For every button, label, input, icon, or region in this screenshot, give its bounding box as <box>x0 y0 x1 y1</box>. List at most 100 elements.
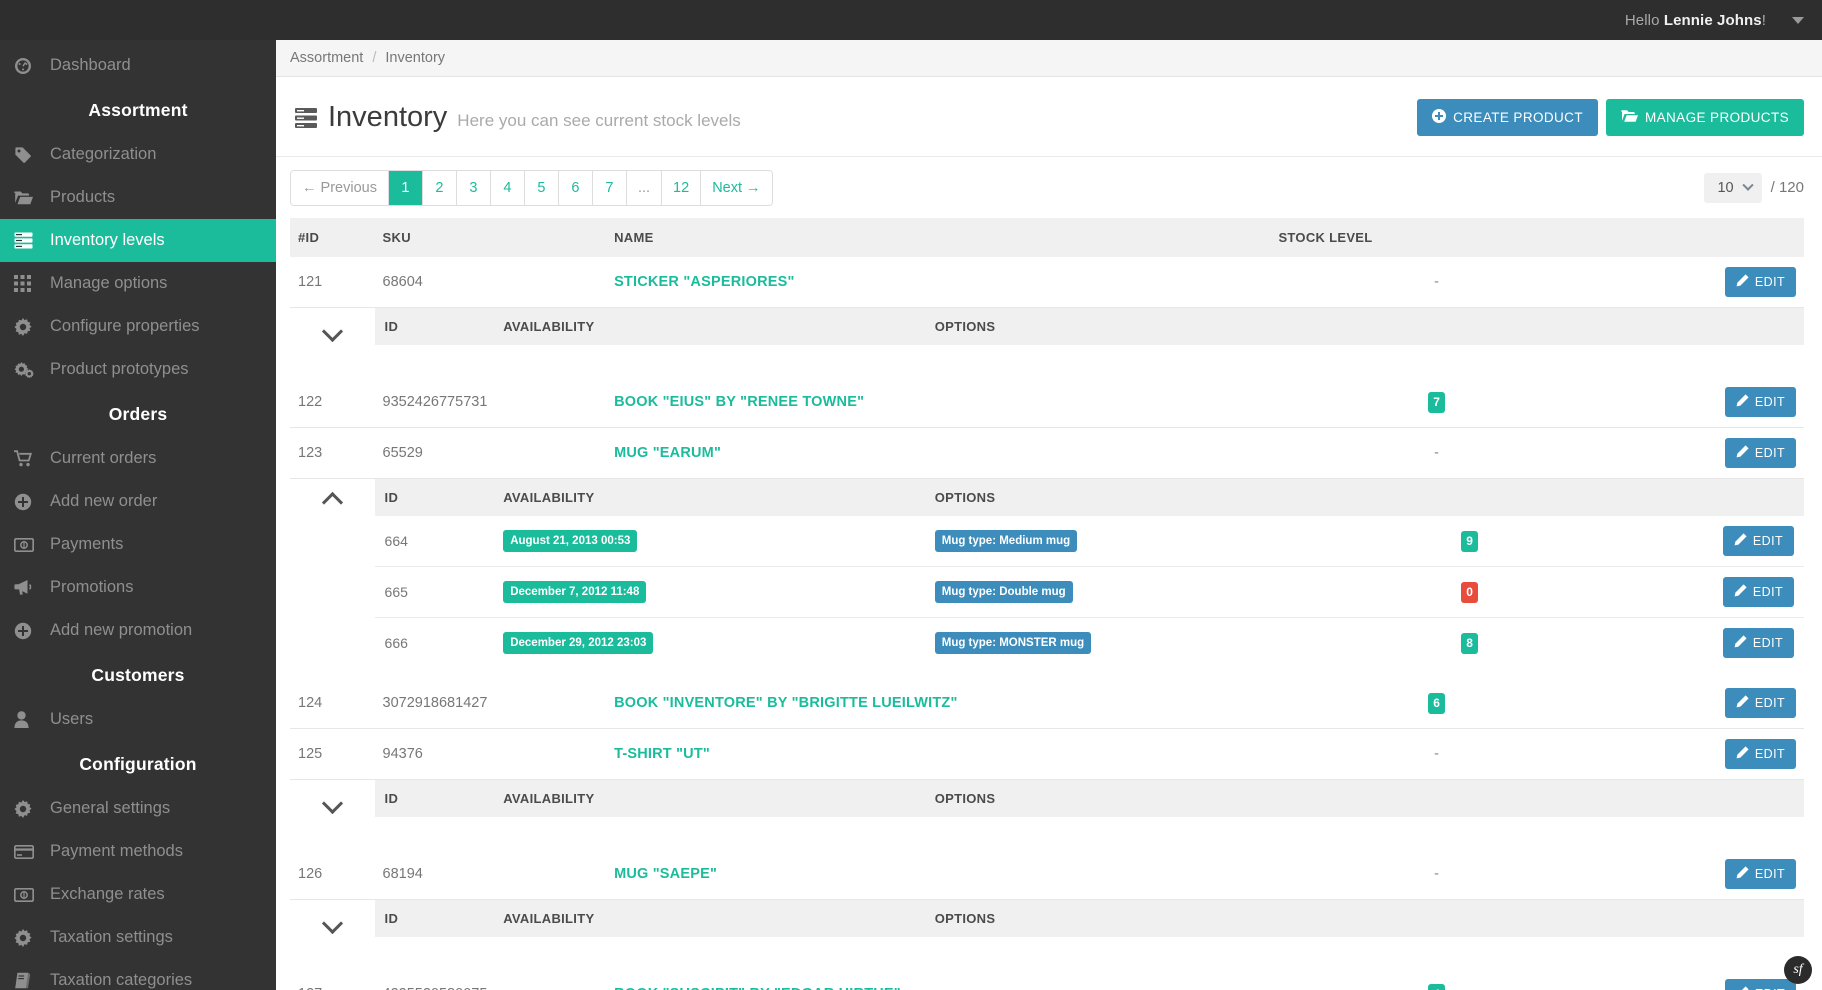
sidebar-item-exchange-rates[interactable]: Exchange rates <box>0 873 276 916</box>
product-name-link[interactable]: T-SHIRT "UT" <box>614 746 710 762</box>
sidebar-item-manage-options[interactable]: Manage options <box>0 262 276 305</box>
manage-products-button[interactable]: MANAGE PRODUCTS <box>1605 99 1804 136</box>
product-name-link[interactable]: MUG "SAEPE" <box>614 866 717 882</box>
pagination-page-5[interactable]: 5 <box>524 170 559 205</box>
sidebar-item-label: Manage options <box>50 274 168 292</box>
create-product-button[interactable]: CREATE PRODUCT <box>1417 99 1598 136</box>
pagination-page-1[interactable]: 1 <box>388 170 423 205</box>
symfony-profiler-badge[interactable]: sf <box>1784 956 1812 984</box>
stock-level-value: - <box>1434 866 1439 882</box>
pagination-page-6[interactable]: 6 <box>558 170 593 205</box>
sidebar-item-add-new-promotion[interactable]: Add new promotion <box>0 609 276 652</box>
edit-variant-button[interactable]: EDIT <box>1722 526 1794 556</box>
gear-icon <box>14 928 44 947</box>
pagination-page-12[interactable]: 12 <box>662 170 702 205</box>
stock-level-badge: 7 <box>1428 391 1445 413</box>
pagination-ellipsis: ... <box>626 170 663 205</box>
breadcrumb-parent[interactable]: Assortment <box>290 50 363 66</box>
table-header-row: #ID SKU NAME STOCK LEVEL <box>290 218 1804 257</box>
product-name-link[interactable]: BOOK "INVENTORE" BY "BRIGITTE LUEILWITZ" <box>614 695 958 711</box>
pencil-icon <box>1736 866 1749 882</box>
edit-variant-button[interactable]: EDIT <box>1722 577 1794 607</box>
variant-option-badge: Mug type: MONSTER mug <box>934 631 1092 655</box>
variant-toggle-cell[interactable] <box>290 308 375 378</box>
sidebar-item-label: Users <box>50 710 94 728</box>
sidebar-item-product-prototypes[interactable]: Product prototypes <box>0 348 276 391</box>
plus-circle-icon <box>1432 109 1447 126</box>
product-id: 125 <box>290 728 375 780</box>
chevron-down-icon[interactable] <box>321 320 343 343</box>
variant-availability-badge: December 7, 2012 11:48 <box>503 580 647 604</box>
edit-product-button[interactable]: EDIT <box>1724 688 1796 718</box>
edit-product-button[interactable]: EDIT <box>1724 739 1796 769</box>
sidebar-item-dashboard[interactable]: Dashboard <box>0 44 276 87</box>
pagination-page-2[interactable]: 2 <box>422 170 457 205</box>
folder-open-icon <box>1620 109 1638 126</box>
items-per-page-select[interactable]: 10 <box>1704 172 1762 203</box>
edit-label: EDIT <box>1752 534 1783 548</box>
sidebar-item-products[interactable]: Products <box>0 176 276 219</box>
sidebar-item-promotions[interactable]: Promotions <box>0 566 276 609</box>
variant-panel: ID AVAILABILITY OPTIONS <box>374 900 1804 970</box>
pencil-icon <box>1736 746 1749 762</box>
product-name-link[interactable]: MUG "EARUM" <box>614 445 721 461</box>
edit-label: EDIT <box>1752 585 1783 599</box>
book-icon <box>14 972 44 989</box>
pencil-icon <box>1734 584 1747 600</box>
sidebar-item-payments[interactable]: Payments <box>0 523 276 566</box>
edit-product-button[interactable]: EDIT <box>1724 267 1796 297</box>
edit-label: EDIT <box>1752 636 1783 650</box>
variant-toggle-cell[interactable] <box>290 900 375 970</box>
product-name-link[interactable]: BOOK "SUSCIPIT" BY "EDGAR HIRTHE" <box>614 986 901 990</box>
pagination-page-3[interactable]: 3 <box>456 170 491 205</box>
variant-container-row: ID AVAILABILITY OPTIONS <box>290 308 1804 378</box>
chevron-down-icon[interactable] <box>1792 16 1804 24</box>
pagination-page-7[interactable]: 7 <box>592 170 627 205</box>
sidebar-item-label: Products <box>50 188 116 206</box>
edit-product-button[interactable]: EDIT <box>1724 859 1796 889</box>
variant-column-stock <box>1334 479 1605 516</box>
sidebar-item-payment-methods[interactable]: Payment methods <box>0 830 276 873</box>
variant-row: 665 December 7, 2012 11:48 Mug type: Doubl… <box>374 566 1804 618</box>
sidebar-item-inventory-levels[interactable]: Inventory levels <box>0 219 276 262</box>
variant-panel: ID AVAILABILITY OPTIONS 664 August 21, 2013 … <box>374 479 1804 679</box>
credit-card-icon <box>14 844 44 859</box>
pagination-page-4[interactable]: 4 <box>490 170 525 205</box>
sidebar-item-users[interactable]: Users <box>0 698 276 741</box>
pencil-icon <box>1736 695 1749 711</box>
variant-column-id: ID <box>374 479 494 516</box>
variant-toggle-cell[interactable] <box>290 479 375 679</box>
edit-product-button[interactable]: EDIT <box>1724 438 1796 468</box>
edit-product-button[interactable]: EDIT <box>1724 979 1796 990</box>
variant-column-actions <box>1604 780 1804 817</box>
sidebar-item-label: Taxation settings <box>50 928 173 946</box>
sidebar-item-add-new-order[interactable]: Add new order <box>0 480 276 523</box>
product-name-link[interactable]: STICKER "ASPERIORES" <box>614 274 795 290</box>
product-id: 126 <box>290 849 375 900</box>
variant-column-options: OPTIONS <box>924 479 1335 516</box>
chevron-down-icon[interactable] <box>321 912 343 935</box>
inventory-table: #ID SKU NAME STOCK LEVEL 121 68604 STICKER… <box>290 218 1804 990</box>
edit-variant-button[interactable]: EDIT <box>1722 628 1794 658</box>
sidebar-item-taxation-settings[interactable]: Taxation settings <box>0 916 276 959</box>
sidebar-item-current-orders[interactable]: Current orders <box>0 437 276 480</box>
sidebar-item-taxation-categories[interactable]: Taxation categories <box>0 959 276 990</box>
pagination-row: ← Previous 1 2 3 4 5 6 7... 12 Next → 10 / 120 <box>276 156 1822 218</box>
chevron-up-icon[interactable] <box>321 491 343 514</box>
pagination-next[interactable]: Next → <box>701 170 772 205</box>
variant-panel: ID AVAILABILITY OPTIONS <box>374 780 1804 850</box>
inventory-table-area: #ID SKU NAME STOCK LEVEL 121 68604 STICKER… <box>276 218 1822 990</box>
product-sku: 65529 <box>374 427 607 479</box>
table-row: 124 3072918681427 BOOK "INVENTORE" BY "BRI… <box>290 678 1804 729</box>
variant-container-row: ID AVAILABILITY OPTIONS 664 August 21, 2013 … <box>290 479 1804 679</box>
variant-option-badge: Mug type: Double mug <box>934 580 1073 604</box>
variant-toggle-cell[interactable] <box>290 780 375 850</box>
table-row: 1274225520580075 BOOK "SUSCIPIT" BY "EDGA… <box>290 969 1804 990</box>
chevron-down-icon[interactable] <box>321 792 343 815</box>
product-name-link[interactable]: BOOK "EIUS" BY "RENEE TOWNE" <box>614 394 864 410</box>
sidebar-item-configure-properties[interactable]: Configure properties <box>0 305 276 348</box>
edit-product-button[interactable]: EDIT <box>1724 387 1796 417</box>
pagination-previous[interactable]: ← Previous <box>291 170 389 205</box>
sidebar-item-categorization[interactable]: Categorization <box>0 133 276 176</box>
sidebar-item-general-settings[interactable]: General settings <box>0 787 276 830</box>
